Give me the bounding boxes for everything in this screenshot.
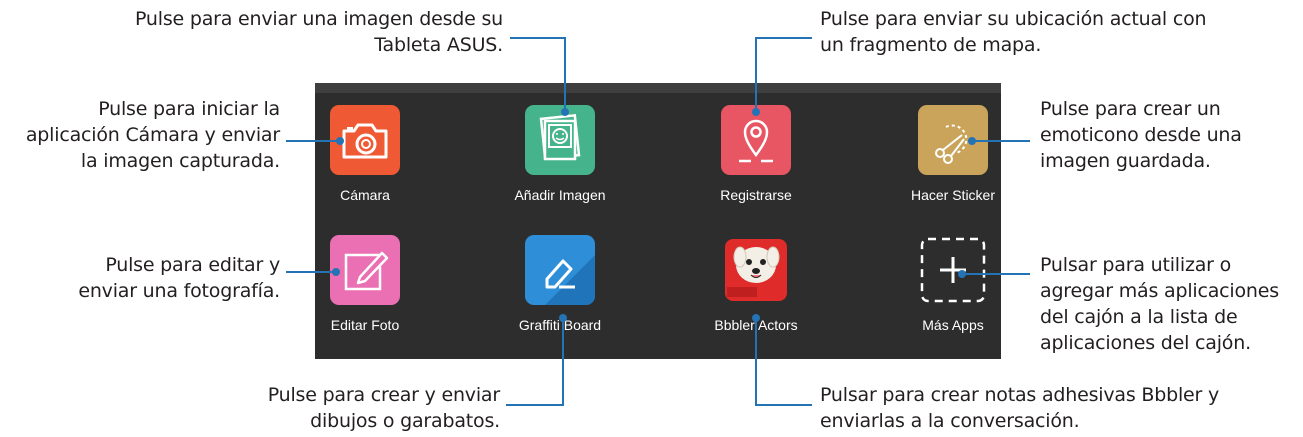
app-label: Bbbler Actors xyxy=(714,317,798,333)
app-label: Graffiti Board xyxy=(518,317,602,333)
app-drawer-panel: Cámara Añadir Imagen Registrarse Hacer S… xyxy=(315,83,1001,359)
app-label: Más Apps xyxy=(922,317,984,333)
app-label: Editar Foto xyxy=(330,317,400,333)
plus-icon xyxy=(918,235,988,305)
callout-bbbler: Pulsar para crear notas adhesivas Bbbler… xyxy=(820,384,1220,432)
pencil-icon xyxy=(330,235,400,305)
app-label: Registrarse xyxy=(720,187,792,203)
app-label: Hacer Sticker xyxy=(910,187,996,203)
callout-edit-photo: Pulse para editar y enviar una fotografí… xyxy=(78,254,280,302)
app-edit-photo[interactable]: Editar Foto xyxy=(295,235,435,375)
panel-top-bar xyxy=(315,83,1001,93)
callout-camera: Pulse para iniciar la aplicación Cámara … xyxy=(25,98,280,172)
camera-icon xyxy=(330,105,400,175)
scissors-icon xyxy=(918,105,988,175)
app-bbbler-actors[interactable]: Bbbler Actors xyxy=(686,235,826,375)
callout-more-apps: Pulsar para utilizar o agregar más aplic… xyxy=(1040,254,1279,354)
callout-sticker: Pulse para crear un emoticono desde una … xyxy=(1040,98,1242,172)
app-label: Cámara xyxy=(340,187,390,203)
callout-send-location: Pulse para enviar su ubicación actual co… xyxy=(820,8,1207,56)
app-check-in[interactable]: Registrarse xyxy=(686,105,826,245)
app-make-sticker[interactable]: Hacer Sticker xyxy=(883,105,1023,245)
callout-send-image: Pulse para enviar una imagen desde su Ta… xyxy=(134,8,503,56)
app-more-apps[interactable]: Más Apps xyxy=(883,235,1023,375)
picture-icon xyxy=(525,105,595,175)
app-add-image[interactable]: Añadir Imagen xyxy=(490,105,630,245)
bbbler-dog-icon xyxy=(721,235,791,305)
eraser-icon xyxy=(525,235,595,305)
app-label: Añadir Imagen xyxy=(514,187,606,203)
location-pin-icon xyxy=(721,105,791,175)
app-camera[interactable]: Cámara xyxy=(295,105,435,245)
callout-graffiti: Pulse para crear y enviar dibujos o gara… xyxy=(267,384,500,432)
app-graffiti-board[interactable]: Graffiti Board xyxy=(490,235,630,375)
